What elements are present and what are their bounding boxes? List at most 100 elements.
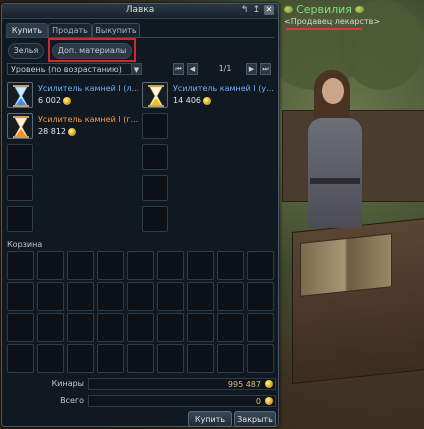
tab-sell[interactable]: Продать [48, 23, 92, 38]
currency-amount: 995 487 [227, 380, 261, 389]
buy-button[interactable]: Купить [188, 411, 232, 427]
subtab-potions[interactable]: Зелья [8, 43, 44, 59]
npc-marker-icon [284, 6, 294, 13]
basket-slot[interactable] [97, 282, 124, 311]
basket-slot[interactable] [7, 344, 34, 373]
empty-slot[interactable] [142, 113, 168, 139]
item-price: 14 406 [173, 96, 211, 105]
basket-slot[interactable] [157, 313, 184, 342]
basket-slot[interactable] [97, 344, 124, 373]
last-page-icon[interactable]: ⏭ [260, 63, 271, 75]
empty-slot[interactable] [142, 175, 168, 201]
next-page-icon[interactable]: ▶ [246, 63, 257, 75]
coin-icon [265, 380, 273, 388]
basket-slot[interactable] [217, 251, 244, 280]
basket-slot[interactable] [7, 251, 34, 280]
tab-buyback[interactable]: Выкупить [92, 23, 140, 38]
empty-slot[interactable] [7, 175, 33, 201]
basket-slot[interactable] [187, 282, 214, 311]
basket-slot[interactable] [67, 282, 94, 311]
coin-icon [68, 127, 76, 136]
basket-slot[interactable] [187, 251, 214, 280]
basket-slot[interactable] [7, 313, 34, 342]
item-slot[interactable] [7, 82, 33, 108]
coin-icon [203, 96, 211, 105]
npc-marker-icon [354, 6, 364, 13]
basket-slot[interactable] [127, 251, 154, 280]
empty-slot[interactable] [142, 206, 168, 232]
item-slot[interactable] [7, 113, 33, 139]
hourglass-blue-icon [13, 85, 29, 107]
basket-slot[interactable] [127, 344, 154, 373]
highlight-underline [286, 28, 362, 30]
hourglass-gold-icon [148, 85, 164, 107]
total-label: Всего [60, 396, 84, 405]
item-name[interactable]: Усилитель камней I (у... [173, 84, 273, 93]
page-indicator: 1/1 [218, 64, 232, 73]
title-icons: ↰ ↥ ✕ [241, 5, 274, 15]
basket-slot[interactable] [97, 313, 124, 342]
chevron-down-icon[interactable]: ▼ [131, 63, 142, 75]
basket-slot[interactable] [67, 313, 94, 342]
basket-slot[interactable] [217, 313, 244, 342]
item-price-value: 6 002 [38, 96, 61, 105]
basket-slot[interactable] [37, 344, 64, 373]
open-book [300, 233, 392, 297]
basket-slot[interactable] [187, 344, 214, 373]
basket-slot[interactable] [217, 344, 244, 373]
item-slot[interactable] [142, 82, 168, 108]
currency-value: 995 487 [88, 378, 276, 390]
tab-buy[interactable]: Купить [6, 23, 48, 38]
basket-slot[interactable] [37, 251, 64, 280]
npc-name-text: Сервилия [296, 3, 352, 16]
basket-slot[interactable] [157, 344, 184, 373]
basket-slot[interactable] [217, 282, 244, 311]
coin-icon [62, 96, 71, 105]
basket-label: Корзина [7, 240, 43, 249]
pin-icon[interactable]: ↥ [252, 5, 260, 15]
first-page-icon[interactable]: ⏮ [173, 63, 184, 75]
tabs-divider [6, 37, 274, 38]
basket-slot[interactable] [67, 251, 94, 280]
basket-slot[interactable] [157, 251, 184, 280]
minimize-icon[interactable]: ↰ [241, 5, 249, 15]
item-price: 6 002 [38, 96, 71, 105]
basket-slot[interactable] [127, 282, 154, 311]
empty-slot[interactable] [7, 206, 33, 232]
window-title: Лавка [125, 5, 155, 15]
total-value: 0 [88, 395, 276, 407]
prev-page-icon[interactable]: ◀ [187, 63, 198, 75]
empty-slot[interactable] [7, 144, 33, 170]
shop-window: Лавка ↰ ↥ ✕ Купить Продать Выкупить Зель… [1, 3, 279, 427]
basket-slot[interactable] [37, 282, 64, 311]
basket-slot[interactable] [187, 313, 214, 342]
npc-name: Сервилия [284, 3, 364, 16]
npc-title: <Продавец лекарств> [284, 17, 381, 26]
currency-label: Кинары [51, 379, 84, 388]
basket-slot[interactable] [7, 282, 34, 311]
basket-slot[interactable] [37, 313, 64, 342]
hourglass-orange-icon [13, 116, 29, 138]
basket-slot[interactable] [247, 344, 274, 373]
basket-slot[interactable] [247, 251, 274, 280]
basket-slot[interactable] [247, 282, 274, 311]
npc-character[interactable] [300, 68, 370, 238]
item-name[interactable]: Усилитель камней I (г... [38, 115, 138, 124]
sort-dropdown[interactable]: Уровень (по возрастанию) [7, 63, 137, 75]
close-button[interactable]: Закрыть [234, 411, 276, 427]
item-price-value: 14 406 [173, 96, 201, 105]
coin-icon [265, 397, 273, 405]
item-name[interactable]: Усилитель камней I (л... [38, 84, 138, 93]
close-icon[interactable]: ✕ [264, 5, 274, 15]
basket-slot[interactable] [247, 313, 274, 342]
npc-nameplate: Сервилия <Продавец лекарств> [284, 3, 381, 30]
basket-slot[interactable] [157, 282, 184, 311]
item-price: 28 812 [38, 127, 76, 136]
empty-slot[interactable] [142, 144, 168, 170]
item-price-value: 28 812 [38, 127, 66, 136]
basket-slot[interactable] [97, 251, 124, 280]
highlight-box [48, 38, 136, 62]
basket-slot[interactable] [127, 313, 154, 342]
total-amount: 0 [255, 397, 261, 406]
basket-slot[interactable] [67, 344, 94, 373]
